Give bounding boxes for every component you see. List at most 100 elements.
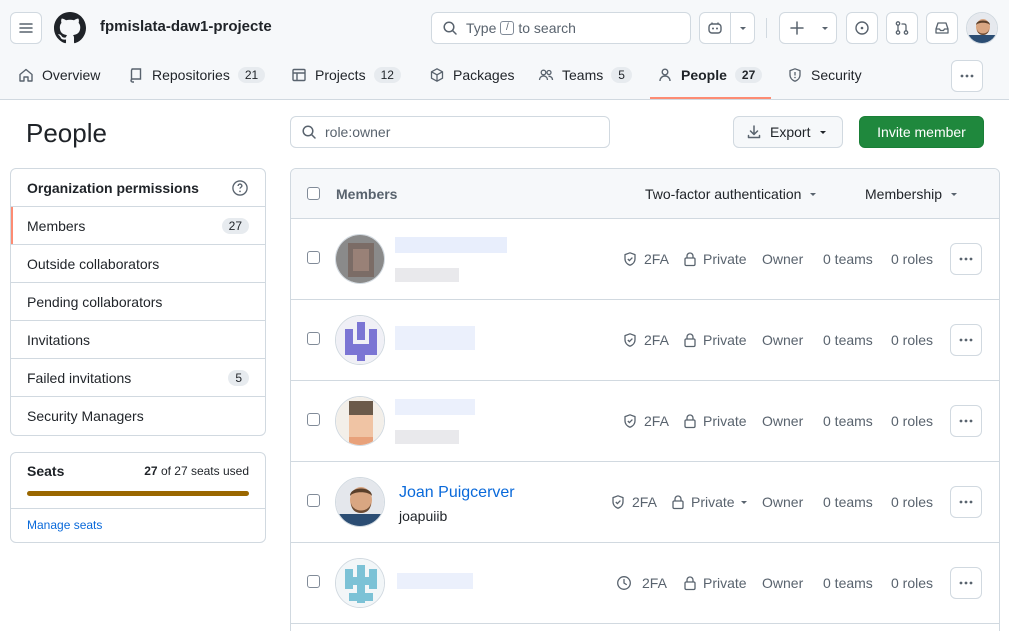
sidebar-item-failed-invitations[interactable]: Failed invitations 5 (11, 359, 265, 397)
tab-people[interactable]: People 27 (657, 58, 763, 92)
member-teams[interactable]: 0 teams (823, 251, 873, 267)
membership-filter[interactable]: Membership (865, 186, 959, 202)
lock-icon (684, 252, 696, 267)
manage-seats-link[interactable]: Manage seats (27, 518, 102, 532)
select-all-checkbox[interactable] (307, 187, 320, 200)
pull-requests-button[interactable] (886, 12, 918, 44)
export-button[interactable]: Export (733, 116, 843, 148)
seats-panel: Seats 27 of 27 seats used Manage seats (10, 452, 266, 543)
avatar[interactable] (335, 315, 385, 365)
shield-check-icon (624, 252, 636, 266)
visibility-label: Private (703, 575, 747, 591)
clock-icon (617, 576, 631, 590)
inbox-button[interactable] (926, 12, 958, 44)
two-factor-label: 2FA (632, 494, 657, 510)
create-new-button[interactable] (779, 12, 837, 44)
sidebar-item-label: Pending collaborators (27, 293, 163, 310)
menu-button[interactable] (10, 12, 42, 44)
avatar[interactable] (335, 234, 385, 284)
inbox-icon (935, 22, 949, 34)
sidebar-item-security-managers[interactable]: Security Managers (11, 397, 265, 435)
tab-counter: 5 (611, 67, 632, 83)
redacted-name[interactable] (397, 573, 473, 589)
tab-teams[interactable]: Teams 5 (538, 58, 632, 92)
visibility-label: Private (703, 413, 747, 429)
member-teams[interactable]: 0 teams (823, 494, 873, 510)
row-checkbox[interactable] (307, 575, 320, 588)
row-checkbox[interactable] (307, 251, 320, 264)
tab-label: Teams (562, 67, 604, 83)
row-checkbox[interactable] (307, 413, 320, 426)
sidebar-item-outside-collaborators[interactable]: Outside collaborators (11, 245, 265, 283)
member-roles[interactable]: 0 roles (891, 575, 933, 591)
sidebar-item-invitations[interactable]: Invitations (11, 321, 265, 359)
member-roles[interactable]: 0 roles (891, 413, 933, 429)
download-icon (747, 125, 761, 139)
tab-label: Projects (315, 67, 366, 83)
tab-overview[interactable]: Overview (18, 58, 100, 92)
row-checkbox[interactable] (307, 332, 320, 345)
table-row: 2FA Private Owner 0 teams 0 roles (291, 543, 999, 624)
member-name-link[interactable]: Joan Puigcerver (399, 484, 515, 502)
search-icon (443, 21, 457, 35)
visibility-dropdown[interactable]: Private (671, 494, 749, 510)
sidebar-item-label: Invitations (27, 331, 91, 348)
github-logo-icon[interactable] (54, 12, 86, 44)
plus-icon[interactable] (780, 13, 814, 43)
copilot-icon[interactable] (700, 13, 730, 43)
page-title: People (26, 118, 107, 148)
kebab-horizontal-icon (959, 338, 973, 342)
issues-button[interactable] (846, 12, 878, 44)
user-avatar[interactable] (966, 12, 998, 44)
two-factor-label: 2FA (644, 413, 669, 429)
member-filter[interactable] (290, 116, 610, 148)
member-teams[interactable]: 0 teams (823, 332, 873, 348)
row-checkbox[interactable] (307, 494, 320, 507)
member-roles[interactable]: 0 roles (891, 494, 933, 510)
member-teams[interactable]: 0 teams (823, 413, 873, 429)
tab-repositories[interactable]: Repositories 21 (128, 58, 266, 92)
member-teams[interactable]: 0 teams (823, 575, 873, 591)
two-factor-status: 2FA (622, 413, 669, 429)
two-factor-label: 2FA (642, 575, 667, 591)
seats-progress-fill (27, 491, 249, 496)
two-factor-filter[interactable]: Two-factor authentication (645, 186, 818, 202)
redacted-name[interactable] (395, 237, 507, 253)
redacted-name[interactable] (395, 326, 475, 350)
tab-security[interactable]: Security (787, 58, 862, 92)
visibility: Private (683, 413, 747, 429)
chevron-down-icon[interactable] (731, 13, 754, 43)
search-shortcut-key: / (500, 21, 515, 35)
row-actions-button[interactable] (950, 405, 982, 437)
divider (11, 508, 265, 509)
avatar[interactable] (335, 558, 385, 608)
row-actions-button[interactable] (950, 324, 982, 356)
issue-opened-icon (855, 21, 869, 35)
member-role: Owner (762, 413, 804, 429)
avatar[interactable] (335, 396, 385, 446)
member-roles[interactable]: 0 roles (891, 332, 933, 348)
sidebar-item-count: 27 (221, 217, 249, 234)
more-tabs-button[interactable] (951, 60, 983, 92)
member-filter-input[interactable] (325, 124, 585, 140)
question-icon[interactable] (231, 179, 249, 197)
tab-packages[interactable]: Packages (429, 58, 514, 92)
global-search[interactable]: Type / to search (431, 12, 691, 44)
sidebar-item-label: Members (27, 217, 86, 234)
invite-member-button[interactable]: Invite member (859, 116, 984, 148)
copilot-button[interactable] (699, 12, 755, 44)
org-name[interactable]: fpmislata-daw1-projecte (100, 18, 272, 35)
row-actions-button[interactable] (950, 486, 982, 518)
row-actions-button[interactable] (950, 243, 982, 275)
row-actions-button[interactable] (950, 567, 982, 599)
avatar[interactable] (335, 477, 385, 527)
members-table: Members Two-factor authentication Member… (290, 168, 1000, 631)
git-pull-request-icon (895, 21, 909, 35)
tab-projects[interactable]: Projects 12 (291, 58, 401, 92)
seats-used: 27 of 27 seats used (144, 464, 249, 478)
sidebar-item-members[interactable]: Members 27 (11, 207, 265, 245)
sidebar-item-pending-collaborators[interactable]: Pending collaborators (11, 283, 265, 321)
redacted-name[interactable] (395, 399, 475, 415)
member-roles[interactable]: 0 roles (891, 251, 933, 267)
chevron-down-icon[interactable] (814, 13, 836, 43)
